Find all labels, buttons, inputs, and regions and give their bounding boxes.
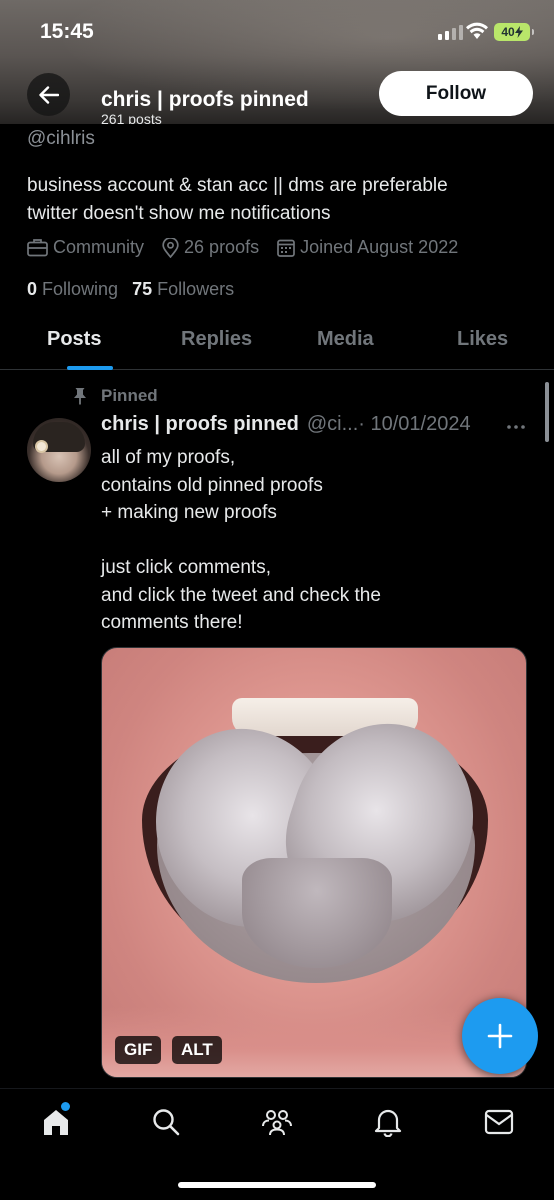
location-label: 26 proofs — [184, 237, 260, 257]
header-post-count: 261 posts — [101, 111, 162, 124]
profile-tabs: Posts Replies Media Likes — [0, 310, 554, 370]
profile-handle: @cihlris — [27, 128, 95, 149]
nav-communities[interactable] — [260, 1105, 294, 1139]
category-label: Community — [53, 237, 145, 257]
following-link[interactable]: 0 Following — [27, 279, 118, 300]
follow-button[interactable]: Follow — [379, 71, 533, 116]
pinned-indicator: Pinned — [72, 386, 158, 406]
messages-icon — [484, 1109, 514, 1135]
followers-label: Followers — [157, 279, 235, 299]
joined-label: Joined August 2022 — [300, 237, 459, 257]
post-text-line: contains old pinned proofs — [101, 474, 323, 496]
status-time: 15:45 — [40, 20, 94, 43]
follow-counts: 0 Following 75 Followers — [27, 279, 248, 300]
profile-location: 26 proofs — [162, 237, 259, 258]
briefcase-icon — [27, 239, 48, 257]
profile-meta: Community 26 proofs Joined August 2022 — [27, 237, 458, 258]
post-text-line: just click comments, — [101, 557, 271, 578]
post-author-handle: @ci... — [306, 413, 359, 435]
post-text-line: comments there! — [101, 612, 243, 633]
post-date: · 10/01/2024 — [358, 413, 471, 435]
notifications-icon — [374, 1109, 402, 1137]
tab-media[interactable]: Media — [317, 328, 374, 351]
profile-joined: Joined August 2022 — [277, 237, 458, 258]
back-button[interactable] — [27, 73, 70, 116]
search-icon — [153, 1109, 180, 1136]
home-icon — [44, 1110, 68, 1135]
nav-messages[interactable] — [482, 1105, 516, 1139]
post-text: all of my proofs, contains old pinned pr… — [101, 444, 521, 637]
battery-level: 40 — [501, 25, 515, 39]
pin-icon — [74, 388, 86, 405]
status-bar: 15:45 40 — [0, 0, 554, 60]
post-text-line: + making new proofs — [101, 502, 277, 523]
compose-button[interactable] — [462, 998, 538, 1074]
notification-dot — [61, 1102, 70, 1111]
scrollbar[interactable] — [545, 382, 549, 442]
nav-notifications[interactable] — [371, 1105, 405, 1139]
header-name: chris | proofs pinned — [101, 88, 309, 111]
tab-likes[interactable]: Likes — [457, 328, 508, 351]
followers-count: 75 — [132, 279, 153, 299]
battery-icon: 40 — [494, 23, 534, 41]
avatar[interactable] — [27, 418, 91, 482]
following-label: Following — [42, 279, 119, 299]
post-media-gif[interactable]: GIF ALT — [101, 647, 527, 1078]
profile-category: Community — [27, 237, 144, 258]
gif-badge: GIF — [115, 1036, 162, 1064]
post-text-line — [101, 527, 521, 555]
bio-line: twitter doesn't show me notifications — [27, 203, 331, 224]
arrow-left-icon — [38, 85, 59, 104]
more-icon[interactable] — [504, 417, 528, 437]
plus-icon — [487, 1023, 513, 1049]
active-tab-indicator — [67, 366, 113, 370]
home-indicator[interactable] — [178, 1182, 376, 1188]
followers-link[interactable]: 75 Followers — [132, 279, 234, 300]
post-author-name[interactable]: chris | proofs pinned — [101, 413, 299, 436]
profile-bio: business account & stan acc || dms are p… — [27, 172, 527, 228]
pinned-label: Pinned — [101, 386, 158, 405]
post-text-line: all of my proofs, — [101, 447, 236, 468]
tab-posts[interactable]: Posts — [47, 328, 101, 351]
tab-replies[interactable]: Replies — [181, 328, 252, 351]
alt-badge[interactable]: ALT — [172, 1036, 222, 1064]
cellular-signal-icon — [438, 25, 463, 40]
post-header: chris | proofs pinned @ci... · 10/01/202… — [101, 413, 471, 436]
location-pin-icon — [162, 237, 179, 258]
flower-icon — [37, 442, 46, 451]
calendar-icon — [277, 239, 295, 257]
bio-line: business account & stan acc || dms are p… — [27, 175, 448, 196]
communities-icon — [262, 1110, 292, 1136]
following-count: 0 — [27, 279, 38, 299]
post-text-line: and click the tweet and check the — [101, 584, 381, 606]
charging-icon — [514, 26, 523, 38]
wifi-icon — [466, 22, 488, 39]
nav-search[interactable] — [149, 1105, 183, 1139]
